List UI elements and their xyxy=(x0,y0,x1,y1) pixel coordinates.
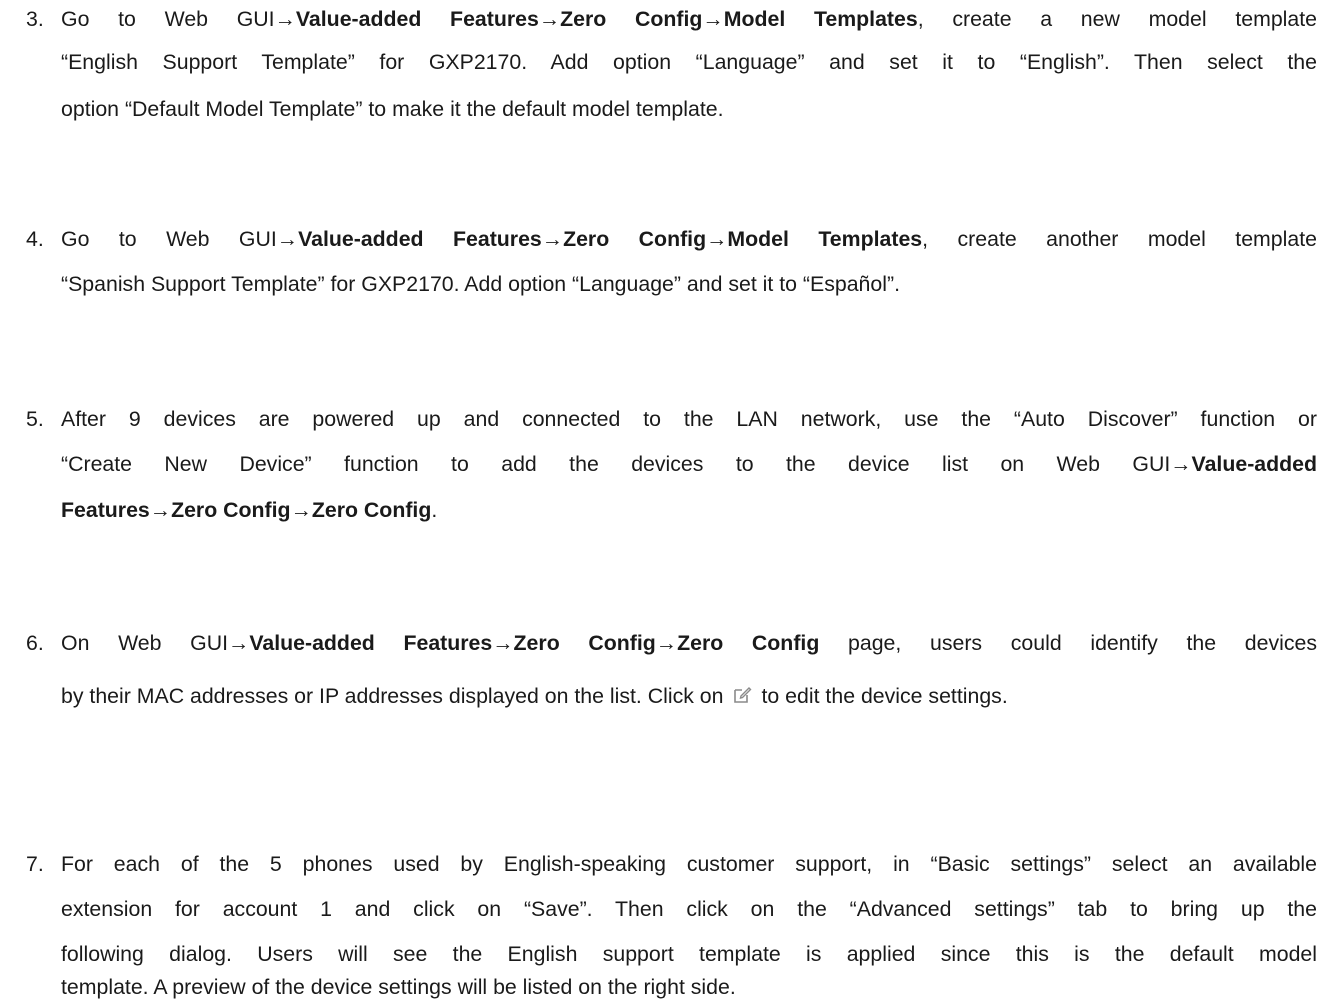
list-number: 7. xyxy=(26,852,44,876)
list-number: 4. xyxy=(26,227,44,251)
list-number: 6. xyxy=(26,631,44,655)
text-line: extension for account 1 and click on “Sa… xyxy=(61,897,1317,921)
text-line: After 9 devices are powered up and conne… xyxy=(61,407,1317,431)
text-line: Go to Web GUI→Value-added Features→Zero … xyxy=(61,227,1317,251)
text-line: by their MAC addresses or IP addresses d… xyxy=(61,684,1008,711)
text-line: For each of the 5 phones used by English… xyxy=(61,852,1317,876)
text-line: Go to Web GUI→Value-added Features→Zero … xyxy=(61,7,1317,31)
text-line: “English Support Template” for GXP2170. … xyxy=(61,50,1317,74)
list-number: 3. xyxy=(26,7,44,31)
text-line: option “Default Model Template” to make … xyxy=(61,97,724,121)
text-line: following dialog. Users will see the Eng… xyxy=(61,942,1317,966)
text-line: template. A preview of the device settin… xyxy=(61,975,736,999)
list-number: 5. xyxy=(26,407,44,431)
document-page: 3. Go to Web GUI→Value-added Features→Ze… xyxy=(0,0,1338,1006)
text-line: “Create New Device” function to add the … xyxy=(61,452,1317,476)
text-line: Features→Zero Config→Zero Config. xyxy=(61,498,438,522)
edit-icon[interactable] xyxy=(732,685,752,711)
text-line: On Web GUI→Value-added Features→Zero Con… xyxy=(61,631,1317,655)
text-line: “Spanish Support Template” for GXP2170. … xyxy=(61,272,900,296)
